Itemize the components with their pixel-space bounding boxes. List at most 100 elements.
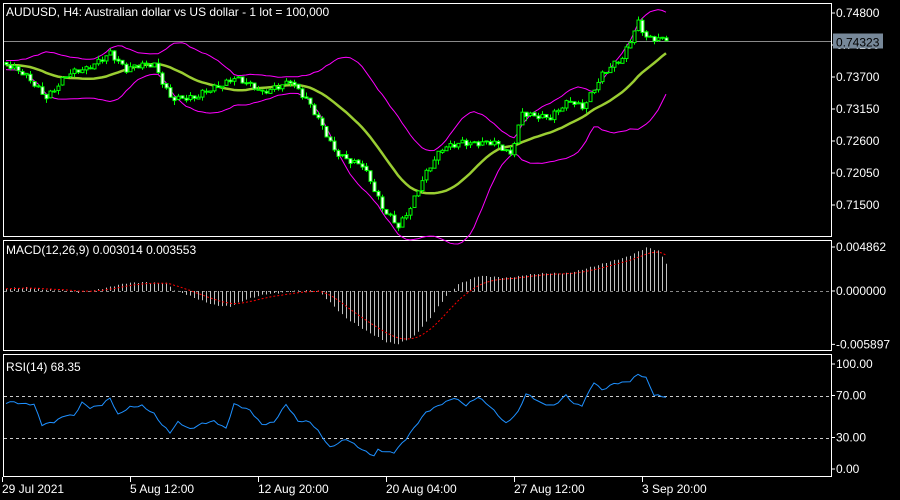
time-axis-label: 5 Aug 12:00 bbox=[130, 482, 194, 496]
macd-panel[interactable] bbox=[4, 247, 831, 345]
candle-body bbox=[180, 95, 185, 99]
rsi-panel[interactable] bbox=[4, 373, 831, 457]
candle bbox=[400, 216, 405, 228]
candle-body bbox=[220, 85, 225, 89]
candle bbox=[272, 82, 277, 92]
candle-body bbox=[212, 84, 217, 92]
candle bbox=[492, 137, 497, 147]
candle bbox=[664, 35, 669, 42]
candle bbox=[440, 148, 445, 154]
candle-body bbox=[168, 87, 173, 98]
candle bbox=[16, 65, 21, 75]
candle-body bbox=[496, 141, 501, 145]
candle bbox=[580, 99, 585, 111]
candle bbox=[188, 92, 193, 102]
candle-body bbox=[20, 70, 25, 76]
candle-body bbox=[144, 62, 149, 65]
candle-body bbox=[372, 181, 377, 193]
candle bbox=[652, 35, 657, 45]
time-axis-label: 29 Jul 2021 bbox=[2, 482, 64, 496]
candle-body bbox=[636, 19, 641, 32]
candle-body bbox=[172, 96, 177, 102]
candle bbox=[456, 142, 461, 150]
candle-body bbox=[236, 76, 241, 79]
candle-body bbox=[368, 170, 373, 182]
candle-body bbox=[644, 31, 649, 38]
candle bbox=[164, 83, 169, 90]
candle bbox=[56, 83, 61, 95]
candle-body bbox=[664, 37, 669, 42]
candle bbox=[208, 90, 213, 94]
candle bbox=[152, 62, 157, 68]
candle-body bbox=[312, 104, 317, 116]
candle-body bbox=[528, 112, 533, 116]
candle-body bbox=[588, 92, 593, 103]
candle-body bbox=[612, 60, 617, 68]
candle bbox=[628, 39, 633, 49]
candle-body bbox=[136, 65, 141, 69]
candle-body bbox=[524, 111, 529, 118]
candle-body bbox=[492, 140, 497, 146]
candle bbox=[464, 138, 469, 150]
candle-body bbox=[436, 150, 441, 161]
candle bbox=[204, 88, 209, 95]
bollinger-lower-line bbox=[5, 69, 667, 245]
candle-body bbox=[428, 167, 433, 172]
candle bbox=[84, 65, 89, 75]
candle bbox=[388, 212, 393, 217]
candle-body bbox=[432, 159, 437, 169]
candle-body bbox=[64, 76, 69, 79]
candle bbox=[360, 160, 365, 170]
candle-body bbox=[40, 86, 45, 95]
candle-body bbox=[560, 107, 565, 112]
rsi-axis-label: 30.00 bbox=[836, 431, 866, 445]
candle-body bbox=[552, 110, 557, 121]
candle-body bbox=[332, 140, 337, 151]
macd-signal-line bbox=[6, 251, 667, 340]
candle bbox=[648, 34, 653, 38]
candle bbox=[228, 77, 233, 84]
chart-title: AUDUSD, H4: Australian dollar vs US doll… bbox=[6, 5, 329, 19]
chart-canvas[interactable]: 0.748000.742500.737000.731500.726000.720… bbox=[0, 0, 900, 500]
candle bbox=[144, 60, 149, 68]
candle-body bbox=[340, 154, 345, 157]
candle-body bbox=[320, 117, 325, 126]
candle-body bbox=[156, 62, 161, 74]
candle bbox=[64, 76, 69, 79]
candle-body bbox=[80, 69, 85, 74]
candle bbox=[516, 124, 521, 145]
candle-body bbox=[140, 62, 145, 69]
candle-body bbox=[52, 90, 57, 93]
candle-body bbox=[216, 85, 221, 88]
candle-body bbox=[564, 100, 569, 109]
candle bbox=[176, 93, 181, 101]
candle-body bbox=[584, 102, 589, 109]
candle-body bbox=[60, 77, 65, 86]
price-panel[interactable] bbox=[4, 9, 831, 245]
candle-body bbox=[620, 57, 625, 64]
candle-body bbox=[572, 101, 577, 105]
candle-body bbox=[444, 146, 449, 152]
candle bbox=[316, 111, 321, 120]
macd-title: MACD(12,26,9) 0.003014 0.003553 bbox=[6, 243, 196, 257]
candle bbox=[612, 60, 617, 72]
candle bbox=[340, 154, 345, 158]
candle-body bbox=[116, 58, 121, 62]
candle-body bbox=[112, 50, 117, 61]
candle bbox=[352, 158, 357, 164]
candle-body bbox=[268, 88, 273, 94]
candle-body bbox=[100, 59, 105, 62]
candle-body bbox=[16, 65, 21, 72]
rsi-panel-frame bbox=[3, 354, 832, 477]
candle bbox=[536, 112, 541, 122]
main-panel-frame bbox=[3, 3, 832, 237]
candle-body bbox=[104, 55, 109, 62]
candle-body bbox=[324, 126, 329, 138]
candle-body bbox=[364, 165, 369, 172]
candle-body bbox=[624, 46, 629, 60]
trading-chart-window[interactable]: 0.748000.742500.737000.731500.726000.720… bbox=[0, 0, 900, 500]
candle bbox=[184, 94, 189, 103]
candle bbox=[300, 87, 305, 100]
candle bbox=[556, 108, 561, 116]
candle bbox=[384, 208, 389, 215]
